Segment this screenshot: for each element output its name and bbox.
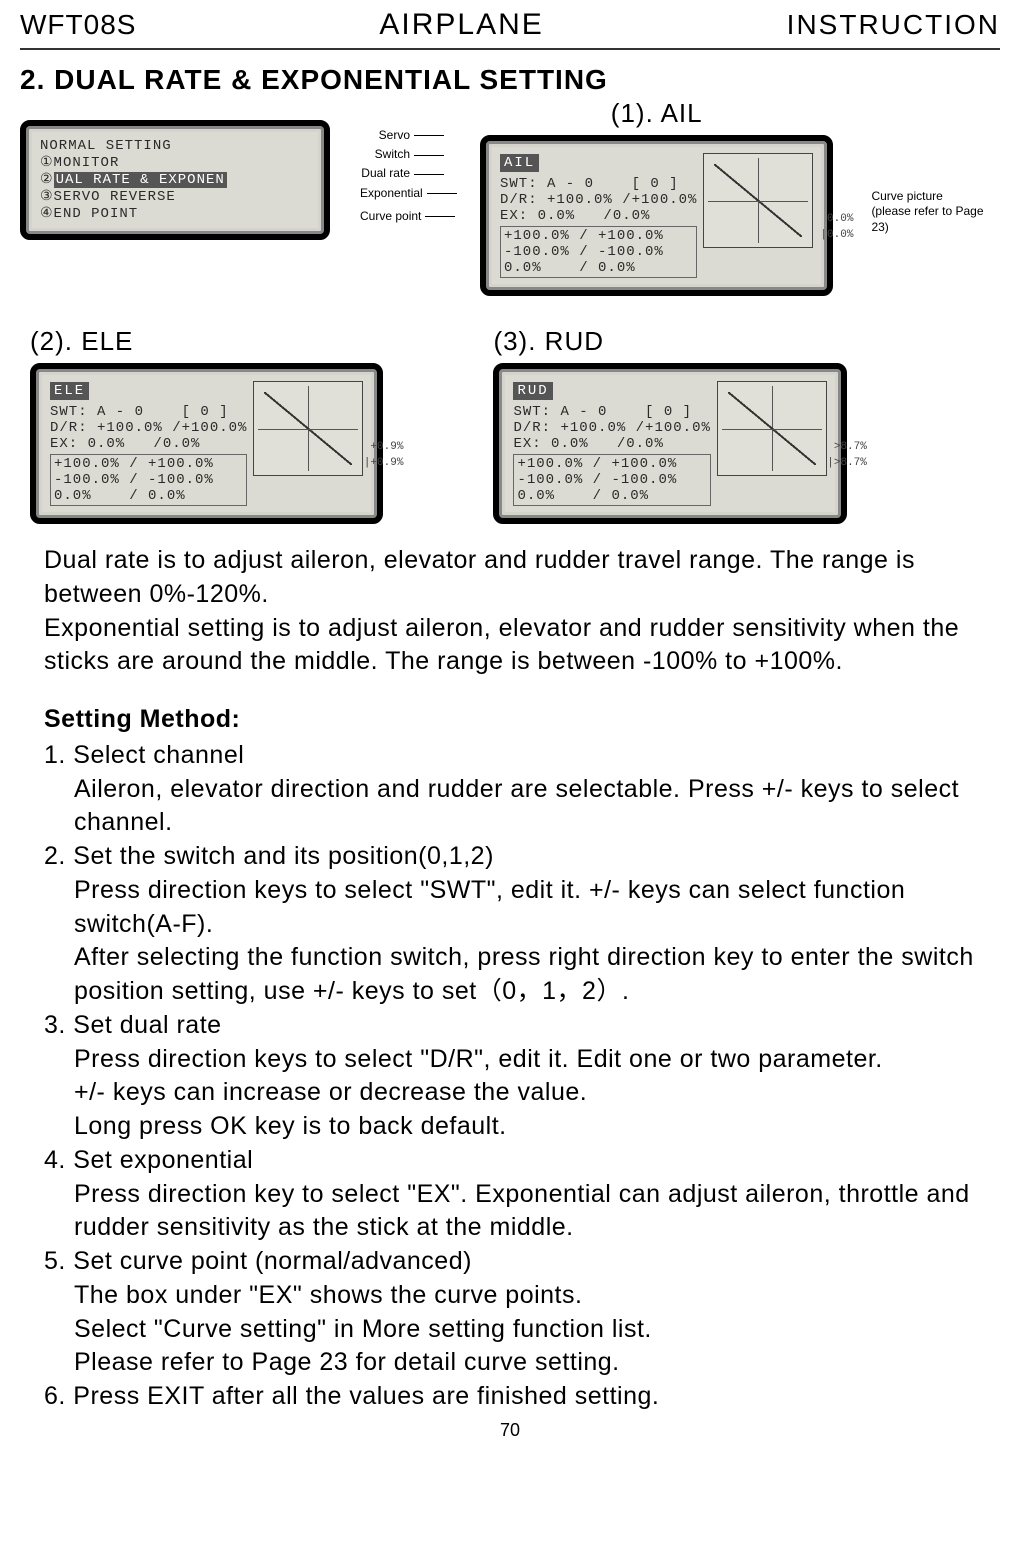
step-1a: Aileron, elevator direction and rudder a… xyxy=(44,773,980,841)
anno-switch: Switch xyxy=(360,145,444,164)
graph-ail-val1: 0.0% xyxy=(827,213,853,225)
subtitle-ele: (2). ELE xyxy=(30,326,383,357)
step-4a: Press direction key to select "EX". Expo… xyxy=(44,1178,980,1246)
lcd-ail-servo: AIL xyxy=(500,154,539,172)
body-text: Dual rate is to adjust aileron, elevator… xyxy=(20,524,1000,1414)
step-4: 4. Set exponential xyxy=(44,1144,980,1178)
lcd-ele-cp3: 0.0% / 0.0% xyxy=(54,488,243,504)
graph-ail xyxy=(703,153,813,248)
header-model: WFT08S xyxy=(20,9,136,41)
subtitle-rud: (3). RUD xyxy=(493,326,846,357)
lcd-ele-cp2: -100.0% / -100.0% xyxy=(54,472,243,488)
row-top: NORMAL SETTING ①MONITOR ②UAL RATE & EXPO… xyxy=(20,98,1000,296)
lcd-ele-cp1: +100.0% / +100.0% xyxy=(54,456,243,472)
lcd-ele: ELE SWT: A - 0 [ 0 ] D/R: +100.0% /+100.… xyxy=(30,363,383,524)
step-5c: Please refer to Page 23 for detail curve… xyxy=(44,1346,980,1380)
anno-curve-point: Curve point xyxy=(360,207,444,226)
lcd-rud-ex: EX: 0.0% /0.0% xyxy=(513,436,710,452)
lcd-ail-ex: EX: 0.0% /0.0% xyxy=(500,208,697,224)
step-1: 1. Select channel xyxy=(44,739,980,773)
intro-p1: Dual rate is to adjust aileron, elevator… xyxy=(44,544,980,612)
step-3c: Long press OK key is to back default. xyxy=(44,1110,980,1144)
step-2a: Press direction keys to select "SWT", ed… xyxy=(44,874,980,942)
header-mode: AIRPLANE xyxy=(379,8,543,42)
curve-note: Curve picture (please refer to Page 23) xyxy=(871,159,1000,236)
lcd-rud-cp3: 0.0% / 0.0% xyxy=(517,488,706,504)
row-bottom: (2). ELE ELE SWT: A - 0 [ 0 ] D/R: +100.… xyxy=(20,326,1000,524)
lcd-ele-dr: D/R: +100.0% /+100.0% xyxy=(50,420,247,436)
step-5: 5. Set curve point (normal/advanced) xyxy=(44,1245,980,1279)
lcd-menu-title: NORMAL SETTING xyxy=(40,138,310,154)
lcd-menu-item-servoreverse: ③SERVO REVERSE xyxy=(40,188,310,205)
intro-p2: Exponential setting is to adjust aileron… xyxy=(44,612,980,680)
graph-ail-val2: |0.0% xyxy=(820,229,853,241)
setting-method-heading: Setting Method: xyxy=(44,703,980,737)
lcd-menu-item-dualrate: ②UAL RATE & EXPONEN xyxy=(40,171,310,188)
graph-ele-val1: +0.9% xyxy=(370,441,403,453)
page-number: 70 xyxy=(20,1420,1000,1441)
lcd-menu: NORMAL SETTING ①MONITOR ②UAL RATE & EXPO… xyxy=(20,120,330,240)
graph-ele-val2: |+0.9% xyxy=(364,457,404,469)
graph-ele xyxy=(253,381,363,476)
lcd-rud-cp2: -100.0% / -100.0% xyxy=(517,472,706,488)
lcd-ele-servo: ELE xyxy=(50,382,89,400)
graph-rud-val2: |>8.7% xyxy=(827,457,867,469)
lcd-ail: AIL SWT: A - 0 [ 0 ] D/R: +100.0% /+100.… xyxy=(480,135,833,296)
lcd-menu-item-endpoint: ④END POINT xyxy=(40,205,310,222)
lcd-rud: RUD SWT: A - 0 [ 0 ] D/R: +100.0% /+100.… xyxy=(493,363,846,524)
lcd-rud-dr: D/R: +100.0% /+100.0% xyxy=(513,420,710,436)
lcd-ail-cp3: 0.0% / 0.0% xyxy=(504,260,693,276)
step-3b: +/- keys can increase or decrease the va… xyxy=(44,1076,980,1110)
header-kind: INSTRUCTION xyxy=(787,9,1000,41)
graph-rud xyxy=(717,381,827,476)
step-5a: The box under "EX" shows the curve point… xyxy=(44,1279,980,1313)
lcd-rud-cp1: +100.0% / +100.0% xyxy=(517,456,706,472)
curve-note-line1: Curve picture xyxy=(871,189,1000,205)
page-header: WFT08S AIRPLANE INSTRUCTION xyxy=(20,0,1000,50)
step-2b: After selecting the function switch, pre… xyxy=(44,941,980,1009)
anno-servo: Servo xyxy=(360,126,444,145)
lcd-ele-swt: SWT: A - 0 [ 0 ] xyxy=(50,404,247,420)
lcd-rud-servo: RUD xyxy=(513,382,552,400)
graph-rud-val1: >8.7% xyxy=(834,441,867,453)
step-2: 2. Set the switch and its position(0,1,2… xyxy=(44,840,980,874)
lcd-ail-cp2: -100.0% / -100.0% xyxy=(504,244,693,260)
step-5b: Select "Curve setting" in More setting f… xyxy=(44,1313,980,1347)
curve-note-line2: (please refer to Page 23) xyxy=(871,204,1000,235)
step-6: 6. Press EXIT after all the values are f… xyxy=(44,1380,980,1414)
lcd-ail-dr: D/R: +100.0% /+100.0% xyxy=(500,192,697,208)
lcd-rud-swt: SWT: A - 0 [ 0 ] xyxy=(513,404,710,420)
step-3: 3. Set dual rate xyxy=(44,1009,980,1043)
lcd-menu-item-monitor: ①MONITOR xyxy=(40,154,310,171)
lcd-ail-swt: SWT: A - 0 [ 0 ] xyxy=(500,176,697,192)
anno-dual-rate: Dual rate xyxy=(360,164,444,183)
section-title: 2. DUAL RATE & EXPONENTIAL SETTING xyxy=(20,64,1000,96)
anno-exponential: Exponential xyxy=(360,184,444,203)
step-3a: Press direction keys to select "D/R", ed… xyxy=(44,1043,980,1077)
annotations: Servo Switch Dual rate Exponential Curve… xyxy=(360,98,450,226)
subtitle-ail: (1). AIL xyxy=(480,98,833,129)
lcd-ail-cp1: +100.0% / +100.0% xyxy=(504,228,693,244)
lcd-ele-ex: EX: 0.0% /0.0% xyxy=(50,436,247,452)
